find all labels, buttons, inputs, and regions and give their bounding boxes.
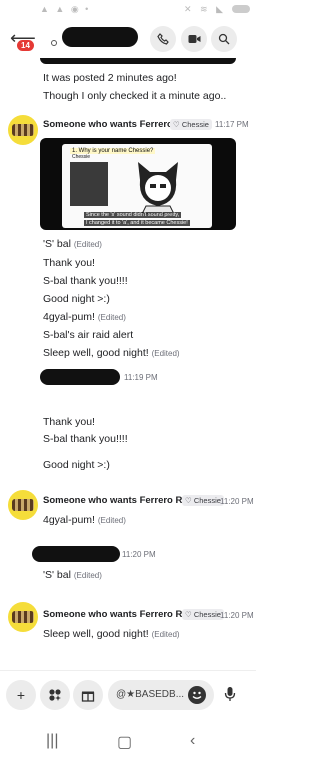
message-text: 4gyal-pum! (Edited) (43, 514, 126, 526)
message-text: Sleep well, good night! (Edited) (43, 628, 180, 640)
timestamp: 11:20 PM (220, 497, 254, 506)
timestamp: 11:19 PM (124, 373, 158, 382)
role-tag: ♡ Chessie (170, 119, 212, 130)
avatar[interactable] (8, 602, 38, 632)
timestamp: 11:20 PM (122, 550, 156, 559)
attachment-image: 1. Why is your name Chessie? Chessie Sin… (62, 144, 212, 228)
timestamp: 11:17 PM (215, 120, 249, 129)
apps-icon[interactable] (40, 680, 70, 710)
phone-icon[interactable] (150, 26, 176, 52)
image-subtitle: Since the 's' sound didn't sound pretty, (84, 212, 182, 218)
avatar[interactable] (8, 115, 38, 145)
emoji-icon[interactable] (188, 686, 206, 704)
redacted-author (40, 369, 120, 385)
message-text: Sleep well, good night! (Edited) (43, 347, 180, 359)
battery-icon (232, 5, 250, 13)
mic-icon[interactable] (224, 686, 236, 705)
plus-icon[interactable]: + (6, 680, 36, 710)
message-text: Though I only checked it a minute ago.. (43, 90, 227, 102)
image-photo: Chessie (70, 154, 108, 206)
avatar[interactable] (8, 490, 38, 520)
message-composer: + @★BASEDB... (0, 670, 256, 720)
message-text: Thank you! (43, 257, 95, 269)
unread-badge: 14 (16, 39, 35, 52)
redacted-previous-content (40, 58, 236, 64)
status-dot-icon (51, 40, 57, 46)
message-text: Thank you! (43, 416, 95, 428)
video-icon[interactable] (181, 26, 207, 52)
status-system-icons: ✕ ≋ ◣ (183, 4, 226, 14)
message-text: S-bal thank you!!!! (43, 275, 128, 287)
status-notification-icons: ▲ ▲ ◉ • (40, 4, 91, 14)
back-nav-icon[interactable]: ‹ (190, 732, 195, 750)
message-text: Good night >:) (43, 293, 110, 305)
message-text: Good night >:) (43, 459, 110, 471)
cat-character-drawing (138, 162, 178, 214)
message-text: 'S' bal (Edited) (43, 238, 102, 250)
gift-icon[interactable] (73, 680, 103, 710)
image-subtitle: I changed it to 'a', and it became Chess… (84, 220, 190, 226)
home-icon[interactable]: ▢ (117, 732, 132, 752)
status-bar: ▲ ▲ ◉ • ✕ ≋ ◣ (0, 0, 256, 18)
redacted-channel-name[interactable] (62, 27, 138, 47)
role-tag: ♡ Chessie (182, 609, 224, 620)
message-text: S-bal's air raid alert (43, 329, 134, 341)
search-icon[interactable] (211, 26, 237, 52)
message-text: 4gyal-pum! (Edited) (43, 311, 126, 323)
timestamp: 11:20 PM (220, 611, 254, 620)
role-tag: ♡ Chessie (182, 495, 224, 506)
message-text: S-bal thank you!!!! (43, 433, 128, 445)
message-text: 'S' bal (Edited) (43, 569, 102, 581)
chat-header: ⟵ 14 (0, 18, 256, 58)
recent-apps-icon[interactable]: ||| (46, 732, 58, 750)
message-text: It was posted 2 minutes ago! (43, 72, 177, 84)
image-attachment[interactable]: 1. Why is your name Chessie? Chessie Sin… (40, 138, 236, 230)
system-navigation-bar: ||| ▢ ‹ (0, 720, 256, 768)
redacted-author (32, 546, 120, 562)
